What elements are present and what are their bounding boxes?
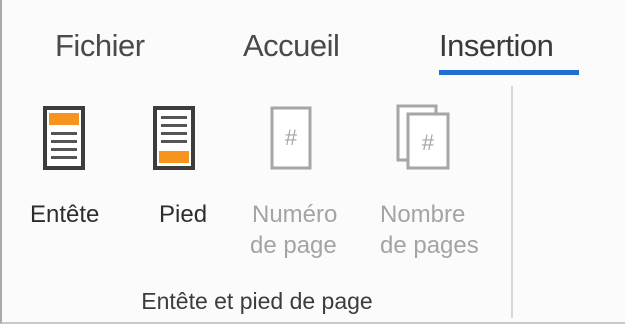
header-page-icon xyxy=(43,106,85,170)
header-button-label: Entête xyxy=(30,201,100,228)
footer-button[interactable]: Pied xyxy=(153,100,223,240)
active-tab-indicator xyxy=(439,70,579,75)
svg-text:#: # xyxy=(285,125,298,150)
ribbon-tab-bar: Fichier Accueil Insertion xyxy=(2,0,625,84)
page-number-label-line1: Numéro xyxy=(252,201,338,228)
page-count-label-line2: de pages xyxy=(380,232,479,259)
footer-page-icon xyxy=(153,106,195,170)
page-count-button[interactable]: # Nombre de pages xyxy=(374,100,494,270)
footer-button-label: Pied xyxy=(159,201,208,228)
page-number-label-line2: de page xyxy=(250,232,337,259)
tab-file[interactable]: Fichier xyxy=(55,28,145,64)
page-count-label-line1: Nombre xyxy=(380,201,466,228)
svg-text:#: # xyxy=(422,130,435,155)
tab-home[interactable]: Accueil xyxy=(243,28,340,64)
page-number-button[interactable]: # Numéro de page xyxy=(246,100,356,270)
ribbon-window: Fichier Accueil Insertion Entête Pied # … xyxy=(0,0,625,324)
header-button[interactable]: Entête xyxy=(30,100,120,240)
page-number-icon: # xyxy=(270,106,312,170)
group-separator xyxy=(511,86,513,318)
page-count-icon: # xyxy=(396,104,450,170)
ribbon-group-label: Entête et pied de page xyxy=(141,288,373,314)
tab-insert[interactable]: Insertion xyxy=(439,28,554,64)
